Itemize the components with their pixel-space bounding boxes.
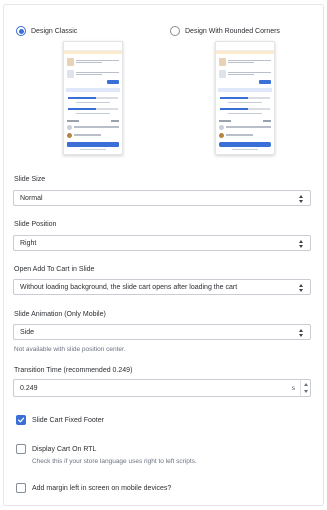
slide-animation-help: Not available with slide position center… xyxy=(14,346,126,353)
preview-header xyxy=(216,42,274,51)
margin-left-checkbox[interactable] xyxy=(16,483,26,493)
slide-size-select[interactable]: Normal xyxy=(13,190,311,206)
design-rounded-radio[interactable] xyxy=(170,26,180,36)
design-classic-label: Design Classic xyxy=(31,27,78,35)
open-add-to-cart-label: Open Add To Cart in Slide xyxy=(14,266,95,273)
slide-animation-select[interactable]: Side xyxy=(13,324,311,340)
margin-left-label: Add margin left in screen on mobile devi… xyxy=(32,484,172,492)
transition-time-stepper[interactable] xyxy=(300,380,310,396)
slide-size-value: Normal xyxy=(20,194,43,202)
open-add-to-cart-value: Without loading background, the slide ca… xyxy=(20,283,238,291)
fixed-footer-option[interactable]: Slide Cart Fixed Footer xyxy=(16,415,104,425)
display-rtl-option[interactable]: Display Cart On RTL xyxy=(16,444,96,454)
slide-animation-label: Slide Animation (Only Mobile) xyxy=(14,311,106,318)
select-arrows-icon xyxy=(299,284,304,292)
transition-time-label: Transition Time (recommended 0.249) xyxy=(14,367,133,374)
cart-settings-panel xyxy=(3,4,324,506)
select-arrows-icon xyxy=(299,240,304,248)
display-rtl-label: Display Cart On RTL xyxy=(32,445,97,453)
slide-position-select[interactable]: Right xyxy=(13,235,311,251)
select-arrows-icon xyxy=(299,195,304,203)
fixed-footer-label: Slide Cart Fixed Footer xyxy=(32,416,104,424)
transition-time-input[interactable]: 0.249 s xyxy=(13,379,311,397)
checkmark-icon xyxy=(17,417,25,423)
fixed-footer-checkbox[interactable] xyxy=(16,415,26,425)
slide-animation-value: Side xyxy=(20,328,35,336)
design-rounded-label: Design With Rounded Corners xyxy=(185,27,280,35)
design-classic-preview[interactable] xyxy=(63,41,123,155)
margin-left-option[interactable]: Add margin left in screen on mobile devi… xyxy=(16,483,171,493)
design-classic-option[interactable]: Design Classic xyxy=(16,26,77,36)
display-rtl-help: Check this if your store language uses r… xyxy=(32,458,197,465)
stepper-up-icon[interactable] xyxy=(301,380,310,388)
stepper-down-icon[interactable] xyxy=(301,388,310,396)
display-rtl-checkbox[interactable] xyxy=(16,444,26,454)
design-classic-radio[interactable] xyxy=(16,26,26,36)
transition-time-unit: s xyxy=(291,384,295,392)
slide-size-label: Slide Size xyxy=(14,176,46,183)
slide-position-value: Right xyxy=(20,239,37,247)
design-rounded-option[interactable]: Design With Rounded Corners xyxy=(170,26,280,36)
select-arrows-icon xyxy=(299,329,304,337)
preview-header xyxy=(64,42,122,51)
design-rounded-preview[interactable] xyxy=(215,41,275,155)
transition-time-value: 0.249 xyxy=(20,384,38,392)
open-add-to-cart-select[interactable]: Without loading background, the slide ca… xyxy=(13,279,311,295)
slide-position-label: Slide Position xyxy=(14,221,57,228)
